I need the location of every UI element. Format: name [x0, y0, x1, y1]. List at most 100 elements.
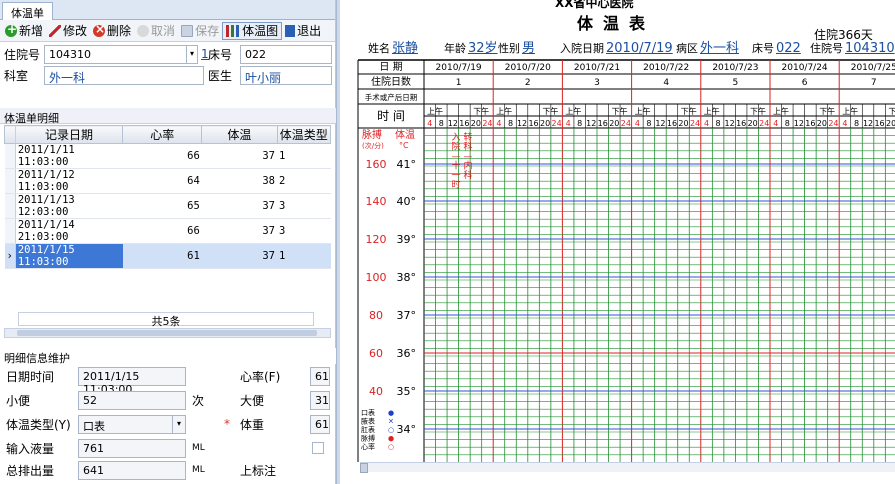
cell-temperature: 37 — [201, 243, 278, 269]
record-table: 记录日期 心率 体温 体温类型 2011/1/11 11:03:00 66 37 1 2… — [4, 125, 332, 269]
hour-label: 12 — [863, 119, 873, 128]
doctor-input[interactable]: 叶小丽 — [240, 65, 332, 85]
col-header-temperature[interactable]: 体温 — [201, 125, 278, 144]
temp-header: 体温 — [395, 129, 415, 141]
hosp-no-input[interactable]: 104310 — [44, 44, 186, 64]
scroll-thumb[interactable] — [17, 330, 317, 336]
hour-label: 12 — [448, 119, 458, 128]
toolbar-chart-button[interactable]: 体温图 — [222, 21, 283, 40]
info-bed: 床号 022 — [752, 40, 801, 56]
cancel-icon — [137, 24, 150, 37]
sheet-scroll-knob[interactable] — [360, 463, 368, 473]
row-time-label: 时 间 — [377, 109, 405, 123]
pulse-unit: (次/分) — [362, 141, 384, 150]
hour-label: 12 — [794, 119, 804, 128]
row-indicator — [4, 193, 16, 219]
pulse-axis-label: 160 — [366, 158, 387, 171]
toolbar-delete-button[interactable]: 删除 — [90, 22, 134, 40]
datetime-input[interactable]: 2011/1/15 11:03:00 — [78, 366, 186, 396]
sheet-horizontal-scrollbar[interactable] — [360, 462, 895, 473]
admit-date: 2010/7/19 — [606, 41, 673, 56]
dept-label: 科室 — [4, 68, 29, 83]
datetime-label: 日期时间 — [6, 369, 55, 384]
admission-note: 入 — [451, 132, 460, 143]
toolbar-button-label: 体温图 — [242, 24, 279, 38]
row-indicator-header — [4, 125, 16, 144]
stool-input[interactable]: 31 — [310, 390, 330, 410]
col-header-date[interactable]: 记录日期 — [14, 125, 124, 144]
day-date: 2010/7/19 — [436, 63, 482, 73]
hour-label: 24 — [828, 119, 838, 128]
day-date: 2010/7/21 — [574, 63, 620, 73]
output-input[interactable]: 641 — [78, 460, 186, 480]
tab-temperature-sheet[interactable]: 体温单 — [2, 2, 53, 20]
patient-sex: 男 — [522, 41, 536, 56]
hour-label: 8 — [785, 119, 790, 128]
row-surgery-label: 手术或产后日期 — [365, 92, 418, 102]
weight-input[interactable]: 61 — [310, 414, 330, 434]
legend-label: 肛表 — [361, 425, 375, 434]
hosp-no-dropdown-icon[interactable]: ▾ — [186, 44, 198, 64]
table-row[interactable]: 2011/1/12 11:03:00 64 38 2 — [4, 168, 331, 194]
cell-heart-rate: 61 — [122, 243, 202, 269]
pm-label: 下午 — [819, 106, 835, 116]
day-date: 2010/7/22 — [643, 63, 689, 73]
hour-label: 24 — [759, 119, 769, 128]
hosp-no-row: 住院号 104310 ▾ 1 — [4, 44, 213, 64]
temp-type-label: 体温类型(Y) — [6, 417, 71, 432]
table-horizontal-scrollbar[interactable] — [4, 328, 331, 338]
day-number: 1 — [456, 78, 462, 88]
temp-axis-label: 37° — [397, 309, 417, 322]
toolbar-save-button[interactable]: 保存 — [178, 22, 222, 40]
temp-type-select[interactable]: 口表 — [78, 414, 172, 434]
col-header-heart-rate[interactable]: 心率 — [122, 125, 203, 144]
legend-label: 心率 — [361, 442, 375, 451]
table-row[interactable]: › 2011/1/15 11:03:00 61 37 1 — [4, 243, 331, 269]
toolbar-edit-button[interactable]: 修改 — [46, 22, 90, 40]
cell-date: 2011/1/13 12:03:00 — [15, 193, 123, 219]
admit-label: 入院日期 — [560, 42, 604, 55]
am-label: 上午 — [427, 106, 443, 116]
toolbar-button-label: 保存 — [195, 24, 220, 38]
hour-label: 4 — [704, 119, 709, 128]
table-row[interactable]: 2011/1/13 12:03:00 65 37 3 — [4, 193, 331, 219]
transfer-note: 科 — [463, 141, 472, 153]
flag-checkbox[interactable] — [312, 442, 324, 454]
temp-axis-label: 41° — [397, 158, 417, 171]
ward-label: 病区 — [676, 42, 698, 55]
cell-temperature: 37 — [201, 193, 278, 219]
transfer-note: — — [464, 152, 473, 162]
am-label: 上午 — [842, 106, 858, 116]
urine-input[interactable]: 52 — [78, 390, 186, 410]
hour-label: 8 — [854, 119, 859, 128]
temp-axis-label: 34° — [397, 423, 417, 436]
bed-label: 床号 — [208, 47, 233, 62]
hour-label: 16 — [598, 119, 608, 128]
temp-type-dropdown-icon[interactable]: ▾ — [172, 414, 186, 434]
name-label: 姓名 — [368, 42, 390, 55]
bed-row: 床号 022 — [204, 44, 332, 64]
am-label: 上午 — [635, 106, 651, 116]
doctor-row: 医生 叶小丽 — [204, 65, 332, 85]
col-header-temp-type[interactable]: 体温类型 — [276, 125, 332, 144]
toolbar-button-label: 修改 — [63, 24, 88, 38]
intake-input[interactable]: 761 — [78, 438, 186, 458]
day-number: 3 — [594, 78, 600, 88]
cell-temperature: 37 — [201, 218, 278, 244]
hour-label: 4 — [566, 119, 571, 128]
urine-unit: 次 — [192, 393, 205, 408]
heart-rate-input[interactable]: 61 — [310, 366, 330, 386]
table-row[interactable]: 2011/1/11 11:03:00 66 37 1 — [4, 143, 331, 169]
bed-input[interactable]: 022 — [240, 44, 332, 64]
toolbar-exit-button[interactable]: 退出 — [282, 22, 324, 40]
dept-input[interactable]: 外一科 — [44, 65, 204, 85]
hour-label: 16 — [874, 119, 884, 128]
pm-label: 下午 — [612, 106, 628, 116]
toolbar-cancel-button[interactable]: 取消 — [134, 22, 178, 40]
toolbar-add-button[interactable]: 新增 — [2, 22, 46, 40]
table-row[interactable]: 2011/1/14 21:03:00 66 37 3 — [4, 218, 331, 244]
edit-icon — [49, 24, 62, 37]
hour-label: 20 — [471, 119, 481, 128]
am-label: 上午 — [565, 106, 581, 116]
toolbar-button-label: 删除 — [107, 24, 132, 38]
